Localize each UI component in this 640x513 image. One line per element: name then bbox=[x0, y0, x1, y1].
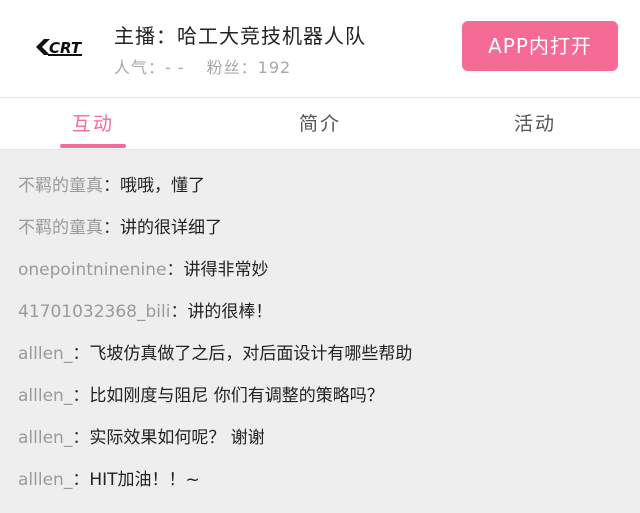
chat-message: 不羁的童真：讲的很详细了 bbox=[0, 207, 640, 249]
popularity-value: - - bbox=[165, 58, 185, 77]
chat-separator: ： bbox=[72, 344, 90, 364]
chat-text: 讲得非常妙 bbox=[183, 260, 269, 280]
fans-value: 192 bbox=[257, 58, 292, 77]
chat-message: onepointninenine：讲得非常妙 bbox=[0, 249, 640, 291]
chat-message: alllen_：比如刚度与阻尼 你们有调整的策略吗？ bbox=[0, 375, 640, 417]
fans-label: 粉丝： bbox=[206, 58, 258, 77]
chat-username[interactable]: 不羁的童真 bbox=[18, 151, 103, 154]
chat-username[interactable]: alllen_ bbox=[18, 470, 72, 490]
chat-separator: ： bbox=[103, 176, 120, 196]
chat-separator: ： bbox=[170, 302, 188, 322]
chat-username[interactable]: alllen_ bbox=[18, 386, 72, 406]
chat-username[interactable]: 不羁的童真 bbox=[18, 176, 103, 196]
chat-text: 讲的很棒！ bbox=[187, 302, 273, 322]
chat-username[interactable]: 41701032368_bili bbox=[18, 302, 170, 322]
popularity-label: 人气： bbox=[114, 58, 166, 77]
chat-message: alllen_：飞坡仿真做了之后，对后面设计有哪些帮助 bbox=[0, 333, 640, 375]
tab-intro[interactable]: 简介 bbox=[265, 98, 375, 150]
chat-username[interactable]: alllen_ bbox=[18, 428, 72, 448]
open-in-app-button[interactable]: APP内打开 bbox=[462, 21, 618, 71]
chat-separator: ： bbox=[103, 218, 120, 238]
chat-message: 不羁的童真：的 bbox=[0, 151, 640, 165]
team-logo-icon: CRT bbox=[36, 39, 83, 57]
chat-message: 41701032368_bili：讲的很棒！ bbox=[0, 291, 640, 333]
active-tab-indicator bbox=[60, 144, 126, 148]
chat-area[interactable]: 不羁的童真：的不羁的童真：哦哦，懂了不羁的童真：讲的很详细了onepointni… bbox=[0, 151, 640, 513]
chat-separator: ： bbox=[166, 260, 184, 280]
chat-message: 不羁的童真：哦哦，懂了 bbox=[0, 165, 640, 207]
host-info: 主播：哈工大竞技机器人队 bbox=[114, 20, 366, 49]
chat-username[interactable]: onepointninenine bbox=[18, 260, 166, 280]
chat-text: 讲的很详细了 bbox=[120, 218, 222, 238]
chat-text: 哦哦，懂了 bbox=[120, 176, 205, 196]
tab-bar: 互动 简介 活动 bbox=[0, 98, 640, 150]
room-header: CRT 主播：哈工大竞技机器人队 人气：- - 粉丝：192 APP内打开 bbox=[0, 0, 640, 98]
chat-message: alllen_：实际效果如何呢？ 谢谢 bbox=[0, 417, 640, 459]
tab-activities[interactable]: 活动 bbox=[480, 98, 590, 150]
chat-text: 的 bbox=[120, 151, 137, 154]
chat-separator: ： bbox=[103, 151, 120, 154]
chat-text: 比如刚度与阻尼 你们有调整的策略吗？ bbox=[89, 386, 384, 406]
chat-username[interactable]: alllen_ bbox=[18, 344, 72, 364]
chat-separator: ： bbox=[72, 428, 90, 448]
chat-text: 实际效果如何呢？ 谢谢 bbox=[89, 428, 265, 448]
chat-separator: ： bbox=[72, 386, 90, 406]
host-name[interactable]: 哈工大竞技机器人队 bbox=[177, 24, 366, 48]
host-label: 主播： bbox=[114, 24, 177, 48]
chat-username[interactable]: 不羁的童真 bbox=[18, 218, 103, 238]
chat-list: 不羁的童真：的不羁的童真：哦哦，懂了不羁的童真：讲的很详细了onepointni… bbox=[0, 151, 640, 501]
chat-text: 飞坡仿真做了之后，对后面设计有哪些帮助 bbox=[89, 344, 413, 364]
chat-message: alllen_：HIT加油！！~ bbox=[0, 459, 640, 501]
room-stats: 人气：- - 粉丝：192 bbox=[114, 54, 291, 78]
chat-text: HIT加油！！~ bbox=[89, 470, 200, 490]
tab-interaction[interactable]: 互动 bbox=[38, 98, 148, 150]
chat-separator: ： bbox=[72, 470, 90, 490]
